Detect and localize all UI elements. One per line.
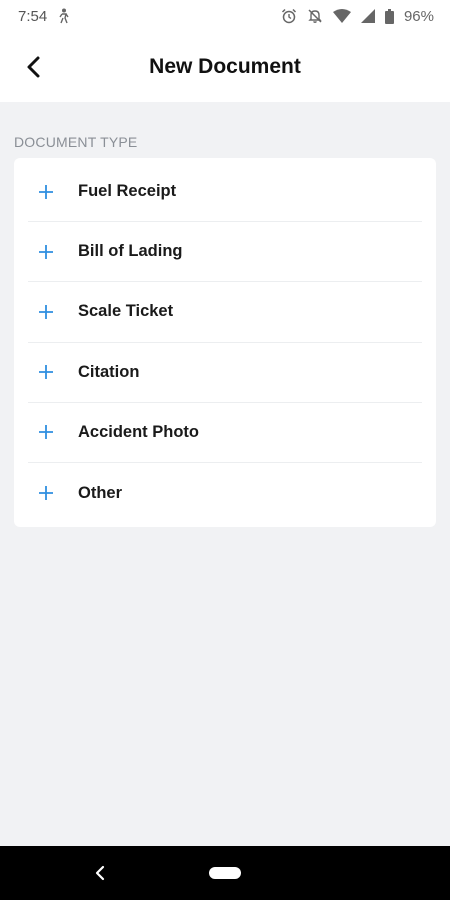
status-left: 7:54: [18, 8, 71, 25]
list-item-label: Other: [78, 483, 123, 502]
plus-icon: [28, 244, 64, 260]
wifi-icon: [332, 9, 351, 23]
list-item-fuel-receipt[interactable]: Fuel Receipt: [28, 162, 422, 223]
status-time: 7:54: [18, 7, 48, 25]
nav-home-button[interactable]: [209, 867, 241, 879]
list-item-label: Fuel Receipt: [78, 182, 177, 201]
alarm-icon: [281, 8, 297, 24]
signal-icon: [360, 9, 375, 23]
app-bar: New Document: [0, 32, 450, 102]
plus-icon: [28, 424, 64, 440]
document-type-list: Fuel Receipt Bill of Lading Scale Ticket…: [14, 158, 436, 527]
notifications-off-icon: [307, 8, 323, 24]
list-item-label: Bill of Lading: [78, 242, 183, 261]
list-item-accident-photo[interactable]: Accident Photo: [28, 403, 422, 463]
battery-icon: [384, 8, 394, 24]
list-item-bill-of-lading[interactable]: Bill of Lading: [28, 222, 422, 283]
battery-percent: 96%: [403, 7, 434, 25]
system-nav-bar: [0, 846, 450, 900]
plus-icon: [28, 304, 64, 320]
list-item-other[interactable]: Other: [28, 463, 422, 523]
section-label: DOCUMENT TYPE: [14, 134, 138, 150]
chevron-left-icon: [27, 56, 40, 78]
plus-icon: [28, 184, 64, 200]
list-item-citation[interactable]: Citation: [28, 343, 422, 403]
list-item-label: Citation: [78, 362, 140, 381]
status-right: 96%: [281, 8, 434, 25]
list-item-label: Accident Photo: [78, 422, 200, 441]
list-item-label: Scale Ticket: [78, 302, 174, 321]
plus-icon: [28, 485, 64, 501]
page-title: New Document: [149, 55, 301, 78]
person-walk-icon: [57, 8, 71, 24]
status-bar: 7:54 96%: [0, 0, 450, 32]
nav-back-button[interactable]: [88, 861, 112, 885]
list-item-scale-ticket[interactable]: Scale Ticket: [28, 282, 422, 343]
nav-back-icon: [95, 865, 105, 881]
plus-icon: [28, 364, 64, 380]
back-button[interactable]: [16, 49, 52, 85]
